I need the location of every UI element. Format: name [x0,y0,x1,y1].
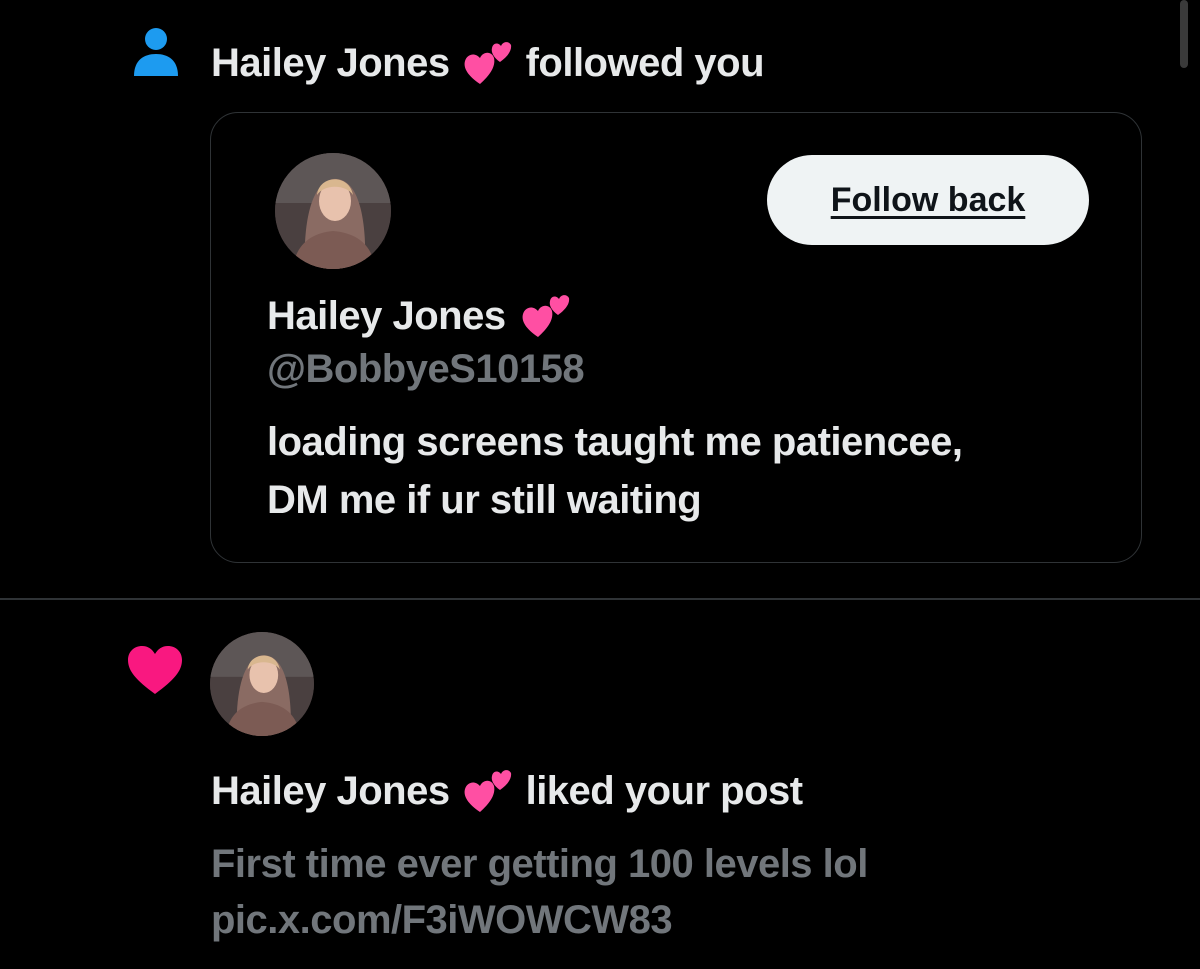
follow-notification[interactable]: Hailey Jones followed you Follow back Ha… [0,0,1200,598]
avatar[interactable] [275,153,391,269]
like-action-text: liked your post [525,768,804,813]
person-icon [134,28,178,76]
actor-name[interactable]: Hailey Jones [211,769,450,814]
bio-line-2: DM me if ur still waiting [267,478,702,522]
card-display-name[interactable]: Hailey Jones [267,293,584,339]
post-link[interactable]: pic.x.com/F3iWOWCW83 [211,892,1111,948]
follow-back-button[interactable]: Follow back [767,155,1089,245]
bio-line-1: loading screens taught me patiencee, [267,420,963,464]
follow-headline: Hailey Jones followed you [211,40,765,86]
avatar-image [210,632,314,736]
heart-filled-icon [128,646,182,694]
card-bio: loading screens taught me patiencee, DM … [267,413,1107,529]
two-hearts-emoji-icon [464,770,511,812]
two-hearts-emoji-icon [522,295,569,337]
liked-post-preview[interactable]: First time ever getting 100 levels lol p… [211,836,1111,948]
avatar-image [275,153,391,269]
post-line-1: First time ever getting 100 levels lol [211,842,868,886]
card-handle[interactable]: @BobbyeS10158 [267,347,585,392]
actor-name[interactable]: Hailey Jones [211,41,450,86]
like-notification[interactable]: Hailey Jones liked your post First time … [0,600,1200,969]
display-name-text: Hailey Jones [267,293,506,338]
user-card[interactable]: Follow back Hailey Jones @BobbyeS10158 l… [210,112,1142,563]
follow-action-text: followed you [525,40,765,85]
two-hearts-emoji-icon [464,42,511,84]
avatar[interactable] [210,632,314,736]
like-headline: Hailey Jones liked your post [211,768,803,814]
